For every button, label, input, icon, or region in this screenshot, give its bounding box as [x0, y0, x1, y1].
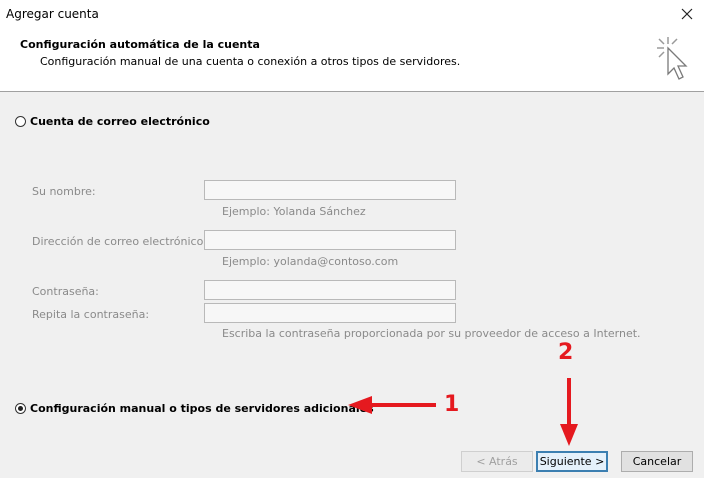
annotation-marker-1: 1 — [444, 392, 460, 417]
arrow-down-icon — [560, 378, 578, 446]
arrow-left-icon — [348, 396, 436, 414]
annotation-marker-2: 2 — [558, 340, 574, 365]
annotation-overlay — [348, 378, 578, 446]
